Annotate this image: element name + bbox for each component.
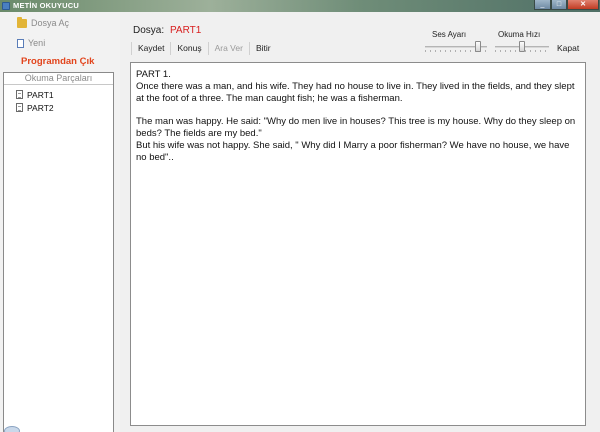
close-button[interactable]: Kapat — [557, 43, 579, 53]
taskbar-orb-icon — [4, 426, 20, 432]
list-item-part1[interactable]: PART1 — [4, 88, 113, 101]
new-button[interactable]: Yeni — [17, 38, 45, 48]
open-file-button[interactable]: Dosya Aç — [17, 16, 70, 28]
open-file-label: Dosya Aç — [31, 18, 70, 28]
text-paragraph: Once there was a man, and his wife. They… — [136, 80, 575, 104]
document-icon — [17, 38, 24, 48]
part-label: PART1 — [27, 89, 54, 100]
app-icon — [2, 2, 10, 10]
reading-parts-list: Okuma Parçaları PART1 PART2 — [3, 72, 114, 432]
close-window-button[interactable]: ✕ — [567, 0, 599, 10]
list-item-part2[interactable]: PART2 — [4, 101, 113, 114]
speed-slider-thumb[interactable] — [519, 41, 525, 52]
volume-slider[interactable] — [425, 41, 487, 53]
window-title: METİN OKUYUCU — [13, 1, 79, 10]
text-paragraph: PART 1. — [136, 69, 171, 80]
speak-button[interactable]: Konuş — [170, 41, 207, 55]
maximize-button[interactable]: □ — [551, 0, 567, 10]
reading-parts-header: Okuma Parçaları — [4, 73, 113, 85]
save-button[interactable]: Kaydet — [131, 41, 170, 55]
folder-open-icon — [17, 16, 27, 28]
text-paragraph: But his wife was not happy. She said, " … — [136, 139, 570, 163]
exit-program-button[interactable]: Programdan Çık — [21, 56, 94, 67]
text-paragraph: The man was happy. He said: "Why do men … — [136, 116, 576, 140]
text-file-icon — [16, 103, 23, 112]
toolbar: Kaydet Konuş Ara Ver Bitir — [131, 41, 277, 55]
part-label: PART2 — [27, 102, 54, 113]
reading-speed-slider[interactable] — [495, 41, 549, 53]
minimize-button[interactable]: _ — [534, 0, 551, 10]
file-label: Dosya: — [133, 25, 165, 36]
new-label: Yeni — [28, 38, 46, 48]
volume-slider-thumb[interactable] — [475, 41, 481, 52]
reading-speed-label: Okuma Hızı — [498, 30, 541, 39]
current-file-name: PART1 — [170, 25, 202, 36]
left-pane: Dosya Aç Yeni Programdan Çık Okuma Parça… — [0, 12, 120, 432]
volume-label: Ses Ayarı — [432, 30, 467, 39]
text-reader-area[interactable]: PART 1. Once there was a man, and his wi… — [130, 62, 586, 426]
text-file-icon — [16, 90, 23, 99]
title-bar: METİN OKUYUCU _ □ ✕ — [0, 0, 600, 12]
pause-button[interactable]: Ara Ver — [207, 41, 249, 55]
finish-button[interactable]: Bitir — [248, 41, 277, 55]
